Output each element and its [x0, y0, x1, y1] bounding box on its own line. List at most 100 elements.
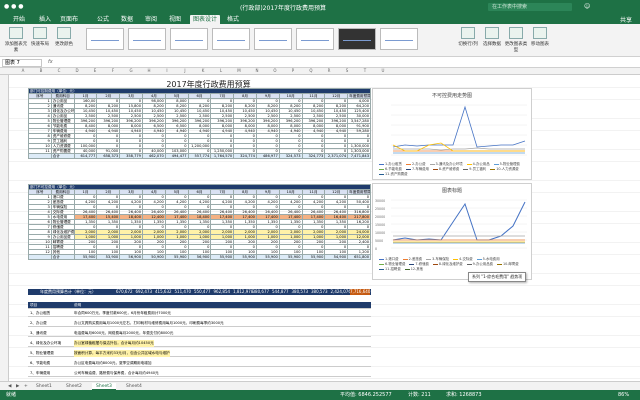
total-cell[interactable]: 7,471,843 [347, 153, 371, 159]
grand-total-value[interactable]: 550,477 [194, 289, 211, 295]
tab-2[interactable]: 页面布局 [58, 15, 80, 32]
table-cell[interactable]: 办公用品费 [50, 234, 75, 240]
tab-7[interactable]: 图表设计 [190, 15, 220, 24]
user-icon[interactable]: ☺ [584, 3, 590, 10]
table-cell[interactable]: 绿化及办公环境 [50, 108, 75, 114]
total-cell[interactable]: 55,900 [255, 254, 280, 260]
grand-total-value[interactable]: 415,632 [155, 289, 172, 295]
add-sheet-icon[interactable]: + [20, 383, 32, 390]
total-cell[interactable]: 358,779 [119, 153, 143, 159]
chart-style-4[interactable] [212, 28, 250, 50]
change-colors-button[interactable]: 更改颜色 [52, 27, 76, 55]
legend-entry[interactable]: 7-车辆费用 [405, 166, 429, 171]
share-button[interactable]: 共享 [620, 15, 632, 24]
grand-total-value[interactable]: 1,812,978 [233, 289, 253, 295]
grand-total-value[interactable]: 2,424,076 [331, 289, 351, 295]
column-header-O[interactable]: O [266, 68, 284, 73]
table-cell[interactable]: 3,547,280 [347, 118, 371, 124]
table-cell[interactable]: 物业管理费 [50, 219, 75, 225]
column-header-B[interactable]: B [32, 68, 50, 73]
total-cell[interactable] [28, 254, 52, 260]
total-cell[interactable]: 324,573 [278, 153, 303, 159]
tab-5[interactable]: 审阅 [140, 15, 162, 24]
table-cell[interactable]: 人力资源费 [50, 143, 75, 149]
legend-entry[interactable]: 11-招聘费 [379, 266, 401, 271]
total-cell[interactable]: 55,900 [301, 254, 326, 260]
tab-3[interactable]: 公式 [92, 15, 114, 24]
note-row[interactable]: 7、车辆费用 公司车辆油费、路桥费与保养费，合计每月约4940元 [28, 370, 371, 377]
column-header-F[interactable]: F [104, 68, 122, 73]
total-cell[interactable]: 合计 [50, 254, 75, 260]
total-cell[interactable]: 55,900 [73, 254, 98, 260]
chart-style-3[interactable] [170, 28, 208, 50]
sheet-tab-Sheet2[interactable]: Sheet2 [62, 383, 86, 390]
chart-style-2[interactable] [128, 28, 166, 50]
grand-total-value[interactable]: 544,877 [272, 289, 289, 295]
column-header-L[interactable]: L [212, 68, 230, 73]
total-cell[interactable]: 56,900 [119, 254, 143, 260]
tab-6[interactable]: 视图 [164, 15, 186, 24]
chart-style-7[interactable] [338, 28, 376, 50]
table-cell[interactable]: 资产维修费 [50, 133, 75, 139]
grand-total-value[interactable]: 7,716,640 [350, 289, 371, 295]
legend-entry[interactable]: 12-其他 [404, 266, 423, 271]
grand-total-value[interactable]: 380,573 [292, 289, 309, 295]
grand-total-value[interactable]: 380,677 [253, 289, 270, 295]
search-input[interactable]: 在工作表中搜索 [488, 3, 572, 11]
total-cell[interactable]: 55,900 [233, 254, 257, 260]
note-row[interactable]: 3、通讯费 电话费每月6000元，网络费每月2000元，年费支付约8000元 [28, 330, 371, 337]
column-header-S[interactable]: S [338, 68, 356, 73]
total-cell[interactable]: 53,900 [96, 254, 121, 260]
legend-entry[interactable]: 11-资产购置费 [379, 171, 408, 176]
column-header-C[interactable]: C [50, 68, 68, 73]
note-row[interactable]: 6、节能电费 办公区电费每月约8000元，夏季空调期用电增加 [28, 360, 371, 367]
grand-total-value[interactable]: 670,672 [116, 289, 133, 295]
move-chart-button[interactable]: 移动图表 [528, 27, 552, 55]
note-row[interactable]: 4、绿化及办公环境 办公室绿植租摆与保洁外包，合计每月约10450元 [28, 340, 371, 347]
column-header-G[interactable]: G [122, 68, 140, 73]
legend-entry[interactable]: 8-资产维修费 [432, 166, 459, 171]
total-cell[interactable]: 462,070 [141, 153, 166, 159]
add-chart-element-button[interactable]: 添加图表元素 [4, 27, 28, 55]
total-cell[interactable]: 合计 [50, 153, 75, 159]
fx-icon[interactable]: fx [48, 59, 53, 65]
chart-style-6[interactable] [296, 28, 334, 50]
note-row[interactable]: 1、办公租赁 年合同600万元，季度付款600元，6月份年租费用计7000元 [28, 310, 371, 317]
sheet-tab-Sheet4[interactable]: Sheet4 [122, 383, 146, 390]
table-cell[interactable]: 1,250,000 [210, 148, 235, 154]
table-cell[interactable]: 1,303,000 [347, 148, 371, 154]
column-header-J[interactable]: J [176, 68, 194, 73]
legend-entry[interactable]: 10-人力资源费 [490, 166, 519, 171]
chart-style-8[interactable] [380, 28, 418, 50]
total-cell[interactable]: 55,900 [164, 254, 189, 260]
series-line[interactable] [392, 105, 526, 148]
quick-layout-button[interactable]: 快速布局 [28, 27, 52, 55]
change-chart-type-button[interactable]: 更改图表类型 [504, 27, 528, 55]
table-cell[interactable]: 资产购置费 [50, 148, 75, 154]
column-header-U[interactable]: U [374, 68, 392, 73]
total-cell[interactable]: 55,900 [278, 254, 303, 260]
tab-1[interactable]: 插入 [34, 15, 56, 24]
total-cell[interactable]: 1,764,570 [210, 153, 235, 159]
total-cell[interactable]: 54,900 [324, 254, 349, 260]
total-cell[interactable]: 494,477 [164, 153, 189, 159]
total-cell[interactable]: 56,900 [187, 254, 212, 260]
tab-8[interactable]: 格式 [222, 15, 244, 24]
total-cell[interactable]: 55,900 [210, 254, 235, 260]
total-cell[interactable]: 324,773 [301, 153, 326, 159]
grand-total-value[interactable]: 380,573 [311, 289, 328, 295]
sheet-tab-Sheet3[interactable]: Sheet3 [92, 383, 116, 390]
total-cell[interactable]: 658,373 [96, 153, 121, 159]
total-cell[interactable]: 2,371,074 [324, 153, 349, 159]
column-header-A[interactable]: A [14, 68, 32, 73]
column-header-M[interactable]: M [230, 68, 248, 73]
series-line[interactable] [392, 201, 526, 241]
total-cell[interactable] [28, 153, 52, 159]
switch-row-column-button[interactable]: 切换行/列 [456, 27, 480, 55]
table-cell[interactable]: 绿化及维护费 [50, 229, 75, 235]
legend-entry[interactable]: 9-员工福利 [463, 166, 486, 171]
total-cell[interactable]: 324,774 [233, 153, 257, 159]
tab-4[interactable]: 数据 [116, 15, 138, 24]
legend-entry[interactable]: 10-邮寄费 [496, 261, 519, 266]
column-header-D[interactable]: D [68, 68, 86, 73]
